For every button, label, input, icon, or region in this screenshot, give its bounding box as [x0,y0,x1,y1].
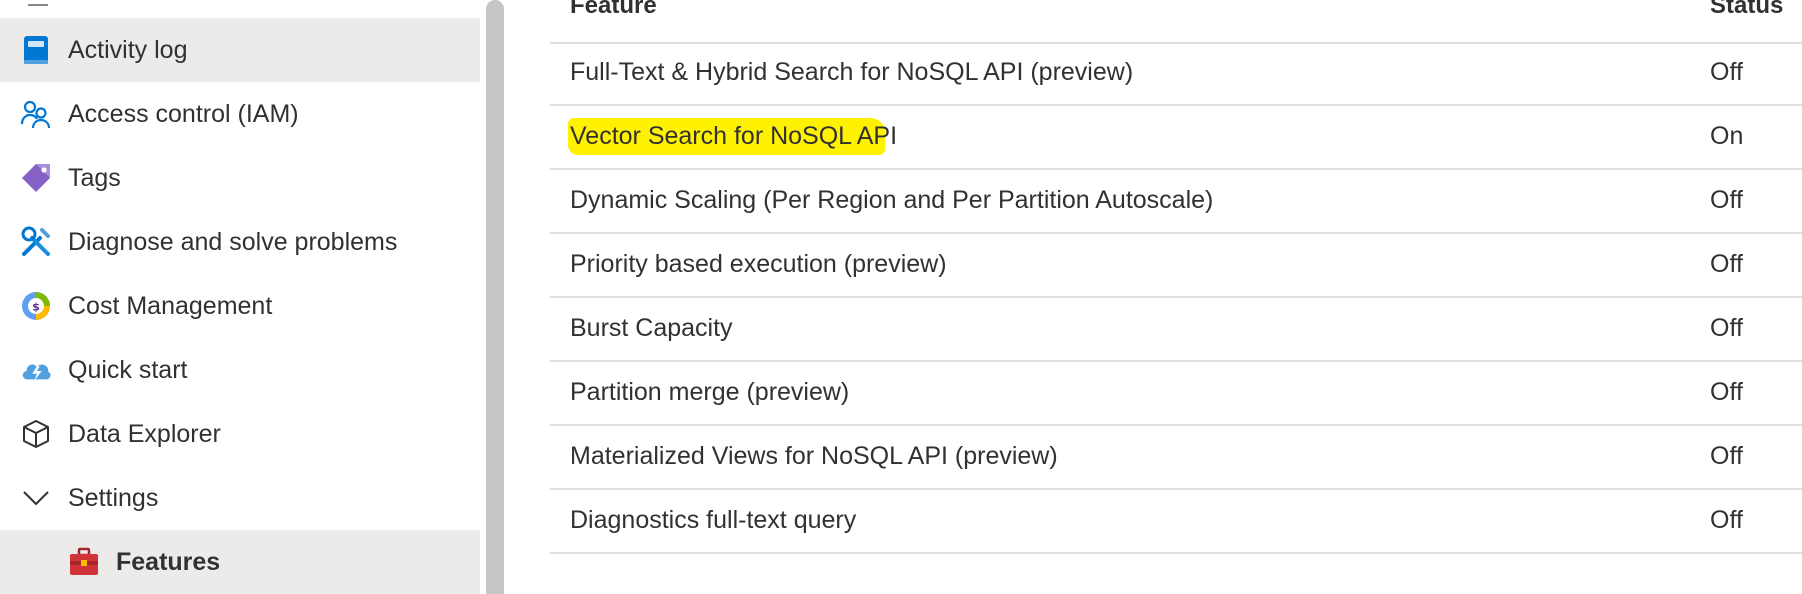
feature-status: Off [1710,250,1743,278]
feature-status: Off [1710,442,1743,470]
nav-label: Access control (IAM) [68,99,299,128]
cube-icon [20,418,52,450]
nav-label: Tags [68,163,121,192]
svg-text:$: $ [32,301,40,314]
table-row[interactable]: Diagnostics full-text query Off [550,490,1802,554]
nav-label: Data Explorer [68,419,221,448]
feature-status: Off [1710,506,1743,534]
wrench-icon [20,226,52,258]
nav-label: Settings [68,483,159,512]
chevron-down-icon [20,482,52,514]
nav-label: Quick start [68,355,188,384]
nav-item-access-control[interactable]: Access control (IAM) [0,82,480,146]
feature-status: Off [1710,378,1743,406]
left-navigation: Activity log Access control (IAM) Tags D… [0,0,480,594]
feature-name[interactable]: Full-Text & Hybrid Search for NoSQL API … [570,58,1133,87]
feature-status: On [1710,122,1744,150]
tag-icon [20,162,52,194]
feature-status: Off [1710,314,1743,342]
feature-name[interactable]: Vector Search for NoSQL API [567,118,897,155]
table-row[interactable]: Vector Search for NoSQL API On [550,106,1802,170]
table-row[interactable]: Burst Capacity Off [550,298,1802,362]
table-row[interactable]: Priority based execution (preview) Off [550,234,1802,298]
nav-label: Activity log [68,35,188,64]
nav-item-diagnose[interactable]: Diagnose and solve problems [0,210,480,274]
nav-item-quick-start[interactable]: Quick start [0,338,480,402]
clipped-nav-item [0,0,480,16]
table-header: Feature Status [550,0,1802,44]
nav-item-data-explorer[interactable]: Data Explorer [0,402,480,466]
table-row[interactable]: Full-Text & Hybrid Search for NoSQL API … [550,42,1802,106]
feature-status: Off [1710,58,1743,86]
feature-name[interactable]: Materialized Views for NoSQL API (previe… [570,442,1058,471]
nav-item-cost-management[interactable]: $ Cost Management [0,274,480,338]
nav-item-activity-log[interactable]: Activity log [0,18,480,82]
nav-group-settings[interactable]: Settings [0,466,480,530]
nav-item-tags[interactable]: Tags [0,146,480,210]
feature-name[interactable]: Burst Capacity [570,314,733,343]
toolbox-icon [68,546,100,578]
sidebar-scrollbar[interactable] [486,0,504,594]
nav-item-features[interactable]: Features [0,530,480,594]
nav-label: Cost Management [68,291,273,320]
activity-log-icon [20,34,52,66]
cost-management-icon: $ [20,290,52,322]
feature-name[interactable]: Diagnostics full-text query [570,506,856,535]
nav-label: Diagnose and solve problems [68,227,398,256]
cloud-lightning-icon [20,354,52,386]
column-header-status[interactable]: Status [1710,0,1783,20]
feature-status: Off [1710,186,1743,214]
table-row[interactable]: Dynamic Scaling (Per Region and Per Part… [550,170,1802,234]
table-row[interactable]: Materialized Views for NoSQL API (previe… [550,426,1802,490]
people-icon [20,98,52,130]
nav-label: Features [116,547,221,576]
features-table: Feature Status Full-Text & Hybrid Search… [550,0,1802,594]
table-row[interactable]: Partition merge (preview) Off [550,362,1802,426]
feature-name[interactable]: Dynamic Scaling (Per Region and Per Part… [570,186,1213,215]
feature-name[interactable]: Partition merge (preview) [570,378,849,407]
feature-name[interactable]: Priority based execution (preview) [570,250,947,279]
column-header-feature[interactable]: Feature [570,0,657,20]
